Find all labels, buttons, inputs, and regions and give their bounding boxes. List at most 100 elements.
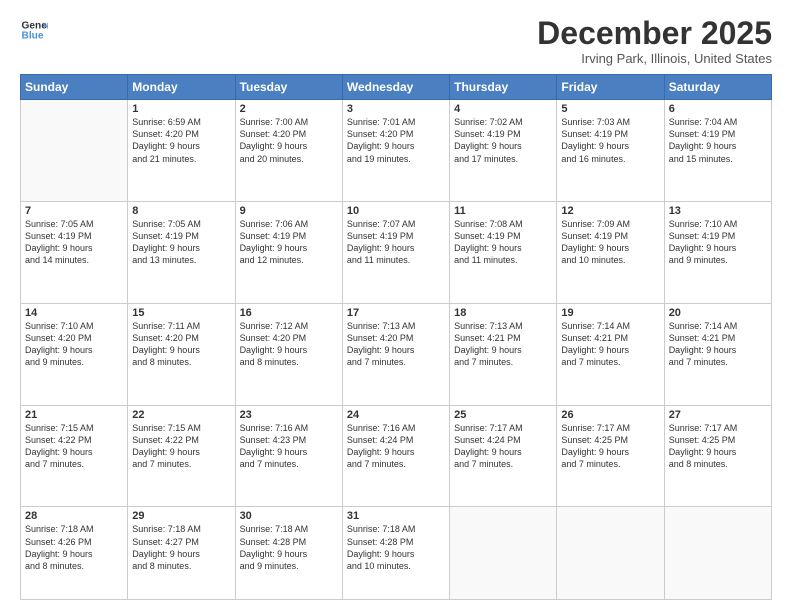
calendar-cell: 23Sunrise: 7:16 AM Sunset: 4:23 PM Dayli… — [235, 405, 342, 507]
page: General Blue December 2025 Irving Park, … — [0, 0, 792, 612]
day-content: Sunrise: 7:17 AM Sunset: 4:25 PM Dayligh… — [561, 422, 659, 471]
day-number: 7 — [25, 205, 123, 217]
calendar-week-4: 21 Sunrise: 7:15 AM Sunset: 4:22 PM Dayli… — [21, 405, 772, 507]
calendar-cell: 9Sunrise: 7:06 AM Sunset: 4:19 PM Daylig… — [235, 202, 342, 304]
day-number: 30 — [240, 510, 338, 522]
day-content: Sunrise: 7:18 AM Sunset: 4:28 PM Dayligh… — [347, 523, 445, 572]
day-number: 12 — [561, 205, 659, 217]
day-content: Sunrise: 7:17 AM Sunset: 4:25 PM Dayligh… — [669, 422, 767, 471]
day-content: Sunrise: 7:03 AM Sunset: 4:19 PM Dayligh… — [561, 116, 659, 165]
day-number: 21 — [25, 409, 123, 421]
weekday-header-row: SundayMondayTuesdayWednesdayThursdayFrid… — [21, 75, 772, 100]
calendar-cell: 1Sunrise: 6:59 AM Sunset: 4:20 PM Daylig… — [128, 100, 235, 202]
calendar-cell: 29Sunrise: 7:18 AM Sunset: 4:27 PM Dayli… — [128, 507, 235, 600]
calendar-cell: 13Sunrise: 7:10 AM Sunset: 4:19 PM Dayli… — [664, 202, 771, 304]
day-number: 28 — [25, 510, 123, 522]
calendar-cell: 28Sunrise: 7:18 AM Sunset: 4:26 PM Dayli… — [21, 507, 128, 600]
calendar-cell — [450, 507, 557, 600]
day-content: Sunrise: 7:16 AM Sunset: 4:23 PM Dayligh… — [240, 422, 338, 471]
calendar-cell: 18Sunrise: 7:13 AM Sunset: 4:21 PM Dayli… — [450, 303, 557, 405]
day-number: 3 — [347, 103, 445, 115]
logo-icon: General Blue — [20, 16, 48, 44]
day-number: 1 — [132, 103, 230, 115]
weekday-header-saturday: Saturday — [664, 75, 771, 100]
day-number: 10 — [347, 205, 445, 217]
day-content: Sunrise: 7:07 AM Sunset: 4:19 PM Dayligh… — [347, 218, 445, 267]
location: Irving Park, Illinois, United States — [537, 51, 772, 66]
calendar-cell: 4Sunrise: 7:02 AM Sunset: 4:19 PM Daylig… — [450, 100, 557, 202]
calendar-cell: 16Sunrise: 7:12 AM Sunset: 4:20 PM Dayli… — [235, 303, 342, 405]
day-number: 20 — [669, 307, 767, 319]
calendar-cell: 8Sunrise: 7:05 AM Sunset: 4:19 PM Daylig… — [128, 202, 235, 304]
calendar-cell: 15Sunrise: 7:11 AM Sunset: 4:20 PM Dayli… — [128, 303, 235, 405]
day-content: Sunrise: 7:08 AM Sunset: 4:19 PM Dayligh… — [454, 218, 552, 267]
calendar-week-3: 14Sunrise: 7:10 AM Sunset: 4:20 PM Dayli… — [21, 303, 772, 405]
day-content: Sunrise: 7:14 AM Sunset: 4:21 PM Dayligh… — [561, 320, 659, 369]
day-number: 2 — [240, 103, 338, 115]
calendar-cell: 12Sunrise: 7:09 AM Sunset: 4:19 PM Dayli… — [557, 202, 664, 304]
day-content: Sunrise: 7:04 AM Sunset: 4:19 PM Dayligh… — [669, 116, 767, 165]
day-number: 29 — [132, 510, 230, 522]
svg-text:Blue: Blue — [22, 31, 44, 42]
day-content: Sunrise: 7:18 AM Sunset: 4:27 PM Dayligh… — [132, 523, 230, 572]
day-number: 17 — [347, 307, 445, 319]
month-title: December 2025 — [537, 16, 772, 51]
day-number: 8 — [132, 205, 230, 217]
weekday-header-tuesday: Tuesday — [235, 75, 342, 100]
calendar-cell: 17Sunrise: 7:13 AM Sunset: 4:20 PM Dayli… — [342, 303, 449, 405]
calendar-cell: 30Sunrise: 7:18 AM Sunset: 4:28 PM Dayli… — [235, 507, 342, 600]
day-content: Sunrise: 7:17 AM Sunset: 4:24 PM Dayligh… — [454, 422, 552, 471]
day-number: 9 — [240, 205, 338, 217]
calendar-cell: 19Sunrise: 7:14 AM Sunset: 4:21 PM Dayli… — [557, 303, 664, 405]
weekday-header-sunday: Sunday — [21, 75, 128, 100]
day-content: Sunrise: 7:14 AM Sunset: 4:21 PM Dayligh… — [669, 320, 767, 369]
calendar-cell — [664, 507, 771, 600]
day-content: Sunrise: 7:10 AM Sunset: 4:19 PM Dayligh… — [669, 218, 767, 267]
calendar-week-2: 7 Sunrise: 7:05 AM Sunset: 4:19 PM Daylig… — [21, 202, 772, 304]
calendar-cell: 10Sunrise: 7:07 AM Sunset: 4:19 PM Dayli… — [342, 202, 449, 304]
day-content: Sunrise: 7:05 AM Sunset: 4:19 PM Dayligh… — [132, 218, 230, 267]
weekday-header-friday: Friday — [557, 75, 664, 100]
calendar-cell: 3Sunrise: 7:01 AM Sunset: 4:20 PM Daylig… — [342, 100, 449, 202]
calendar-cell: 6Sunrise: 7:04 AM Sunset: 4:19 PM Daylig… — [664, 100, 771, 202]
day-content: Sunrise: 7:11 AM Sunset: 4:20 PM Dayligh… — [132, 320, 230, 369]
day-content: Sunrise: 7:06 AM Sunset: 4:19 PM Dayligh… — [240, 218, 338, 267]
day-content: Sunrise: 7:09 AM Sunset: 4:19 PM Dayligh… — [561, 218, 659, 267]
day-number: 25 — [454, 409, 552, 421]
calendar-cell: 25Sunrise: 7:17 AM Sunset: 4:24 PM Dayli… — [450, 405, 557, 507]
day-content: Sunrise: 7:13 AM Sunset: 4:21 PM Dayligh… — [454, 320, 552, 369]
day-number: 23 — [240, 409, 338, 421]
day-number: 15 — [132, 307, 230, 319]
day-number: 22 — [132, 409, 230, 421]
day-content: Sunrise: 7:15 AM Sunset: 4:22 PM Dayligh… — [132, 422, 230, 471]
calendar-cell: 11Sunrise: 7:08 AM Sunset: 4:19 PM Dayli… — [450, 202, 557, 304]
day-number: 4 — [454, 103, 552, 115]
calendar-cell: 14Sunrise: 7:10 AM Sunset: 4:20 PM Dayli… — [21, 303, 128, 405]
day-content: Sunrise: 7:01 AM Sunset: 4:20 PM Dayligh… — [347, 116, 445, 165]
day-number: 31 — [347, 510, 445, 522]
day-content: Sunrise: 6:59 AM Sunset: 4:20 PM Dayligh… — [132, 116, 230, 165]
calendar-table: SundayMondayTuesdayWednesdayThursdayFrid… — [20, 74, 772, 600]
weekday-header-thursday: Thursday — [450, 75, 557, 100]
weekday-header-wednesday: Wednesday — [342, 75, 449, 100]
day-content: Sunrise: 7:12 AM Sunset: 4:20 PM Dayligh… — [240, 320, 338, 369]
day-number: 18 — [454, 307, 552, 319]
day-number: 13 — [669, 205, 767, 217]
calendar-cell: 24Sunrise: 7:16 AM Sunset: 4:24 PM Dayli… — [342, 405, 449, 507]
weekday-header-monday: Monday — [128, 75, 235, 100]
calendar-cell — [21, 100, 128, 202]
day-content: Sunrise: 7:13 AM Sunset: 4:20 PM Dayligh… — [347, 320, 445, 369]
calendar-cell: 22Sunrise: 7:15 AM Sunset: 4:22 PM Dayli… — [128, 405, 235, 507]
calendar-cell — [557, 507, 664, 600]
calendar-week-5: 28Sunrise: 7:18 AM Sunset: 4:26 PM Dayli… — [21, 507, 772, 600]
logo: General Blue — [20, 16, 48, 44]
calendar-week-1: 1Sunrise: 6:59 AM Sunset: 4:20 PM Daylig… — [21, 100, 772, 202]
day-number: 6 — [669, 103, 767, 115]
calendar-cell: 27Sunrise: 7:17 AM Sunset: 4:25 PM Dayli… — [664, 405, 771, 507]
day-content: Sunrise: 7:18 AM Sunset: 4:28 PM Dayligh… — [240, 523, 338, 572]
title-block: December 2025 Irving Park, Illinois, Uni… — [537, 16, 772, 66]
day-content: Sunrise: 7:02 AM Sunset: 4:19 PM Dayligh… — [454, 116, 552, 165]
day-number: 27 — [669, 409, 767, 421]
calendar-cell: 20Sunrise: 7:14 AM Sunset: 4:21 PM Dayli… — [664, 303, 771, 405]
day-content: Sunrise: 7:18 AM Sunset: 4:26 PM Dayligh… — [25, 523, 123, 572]
